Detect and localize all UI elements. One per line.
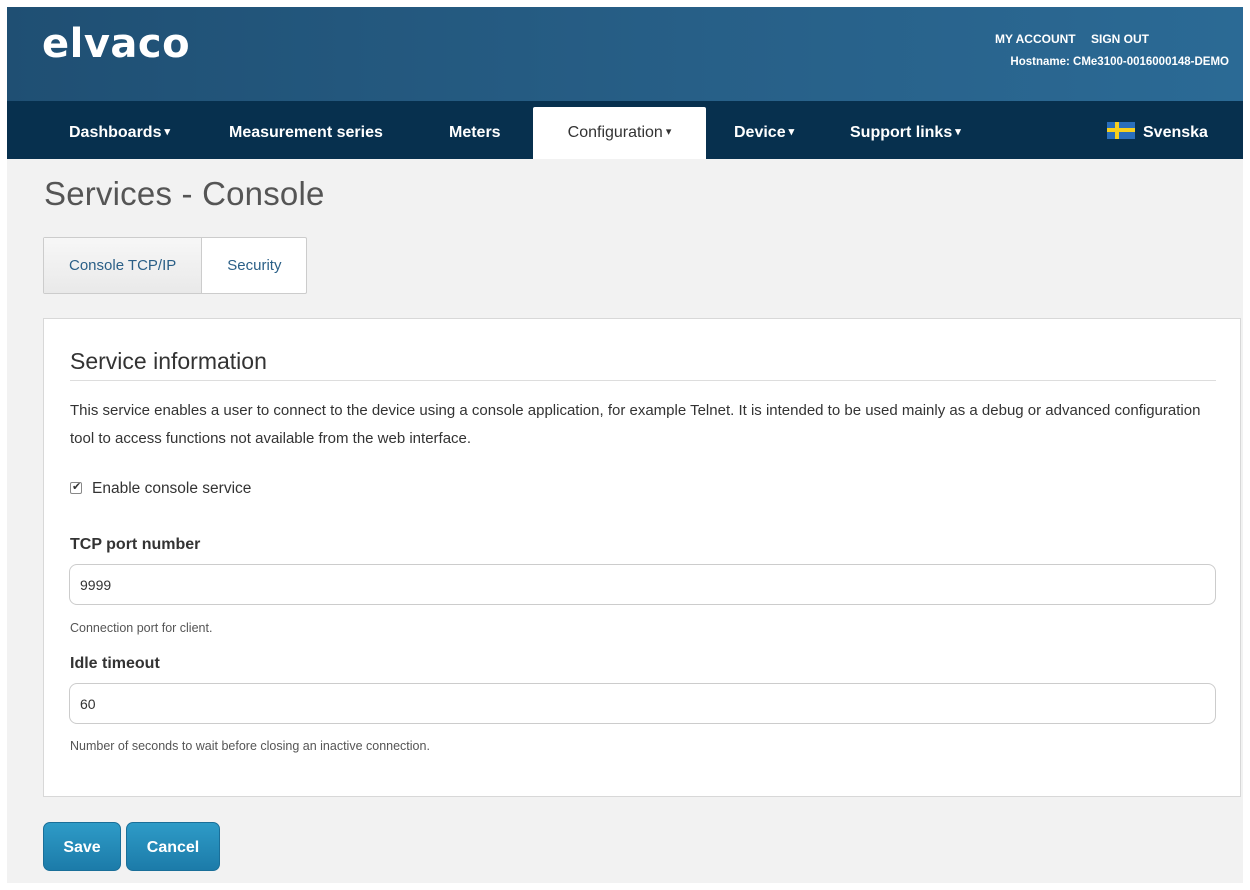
nav-configuration[interactable]: Configuration ▾ bbox=[533, 107, 706, 159]
nav-label: Dashboards bbox=[69, 124, 162, 141]
account-links: MY ACCOUNT SIGN OUT bbox=[983, 32, 1149, 46]
nav-label: Support links bbox=[850, 124, 953, 141]
tab-bar: Console TCP/IP Security bbox=[43, 237, 308, 294]
app-frame: elvaco MY ACCOUNT SIGN OUT Hostname: CMe… bbox=[7, 7, 1243, 883]
page-title: Services - Console bbox=[44, 175, 325, 212]
main-nav: Dashboards ▾ Measurement series Meters Co… bbox=[7, 101, 1243, 159]
service-description: This service enables a user to connect t… bbox=[70, 402, 1201, 447]
enable-console-row[interactable]: Enable console service bbox=[70, 480, 251, 498]
caret-down-icon: ▾ bbox=[665, 126, 672, 138]
save-button[interactable]: Save bbox=[43, 822, 121, 871]
nav-measurement-series[interactable]: Measurement series bbox=[229, 101, 383, 159]
language-switch[interactable]: Svenska bbox=[1107, 101, 1208, 159]
idle-timeout-input[interactable] bbox=[69, 683, 1216, 724]
section-divider bbox=[70, 380, 1216, 381]
nav-dashboards[interactable]: Dashboards ▾ bbox=[69, 101, 170, 159]
header: elvaco MY ACCOUNT SIGN OUT Hostname: CMe… bbox=[7, 7, 1243, 101]
swedish-flag-icon bbox=[1107, 122, 1135, 139]
idle-timeout-help: Number of seconds to wait before closing… bbox=[70, 739, 430, 753]
section-title: Service information bbox=[70, 348, 267, 374]
my-account-link[interactable]: MY ACCOUNT bbox=[995, 32, 1076, 46]
idle-timeout-label: Idle timeout bbox=[70, 655, 160, 672]
enable-console-label: Enable console service bbox=[92, 480, 252, 497]
nav-meters[interactable]: Meters bbox=[449, 101, 501, 159]
logo: elvaco bbox=[42, 21, 191, 67]
language-label: Svenska bbox=[1143, 124, 1208, 141]
cancel-button[interactable]: Cancel bbox=[126, 822, 220, 871]
tcp-port-help: Connection port for client. bbox=[70, 621, 213, 635]
tab-console-tcpip[interactable]: Console TCP/IP bbox=[44, 238, 203, 293]
nav-label: Device bbox=[734, 124, 786, 141]
service-panel: Service information This service enables… bbox=[43, 318, 1241, 797]
caret-down-icon: ▾ bbox=[164, 126, 170, 138]
nav-support-links[interactable]: Support links ▾ bbox=[850, 101, 961, 159]
nav-label: Meters bbox=[449, 124, 501, 141]
nav-label: Configuration bbox=[567, 124, 663, 141]
sign-out-link[interactable]: SIGN OUT bbox=[1091, 32, 1149, 46]
nav-device[interactable]: Device ▾ bbox=[734, 101, 794, 159]
hostname: Hostname: CMe3100-0016000148-DEMO bbox=[1010, 56, 1229, 68]
nav-label: Measurement series bbox=[229, 124, 383, 141]
enable-console-checkbox[interactable] bbox=[70, 480, 82, 494]
caret-down-icon: ▾ bbox=[955, 126, 961, 138]
tab-security[interactable]: Security bbox=[202, 238, 306, 293]
caret-down-icon: ▾ bbox=[788, 126, 795, 138]
tcp-port-input[interactable] bbox=[69, 564, 1216, 605]
tcp-port-label: TCP port number bbox=[70, 536, 201, 553]
